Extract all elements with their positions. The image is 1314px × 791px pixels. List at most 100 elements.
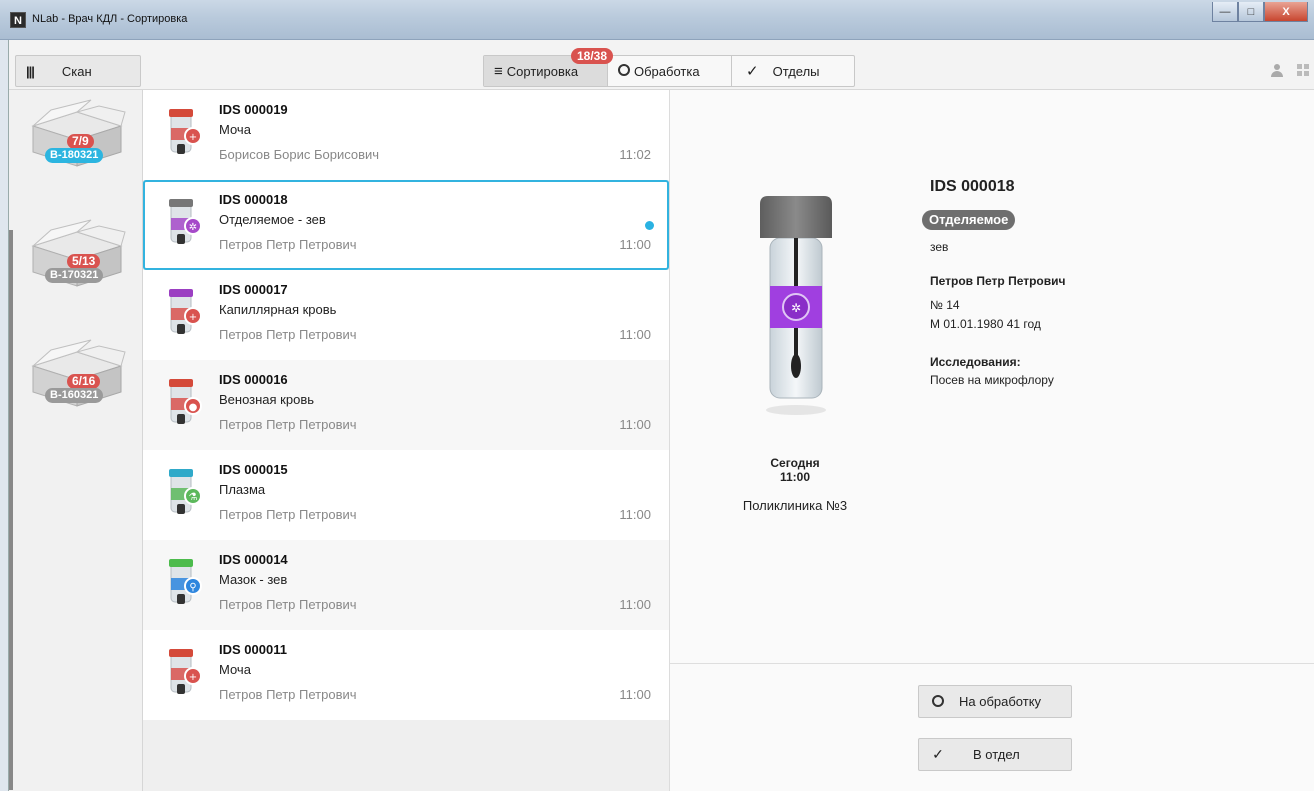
- sample-material: Моча: [219, 662, 251, 677]
- sample-detail-panel: ✲ Сегодня 11:00 Поликлиника №3 IDS 00001…: [669, 90, 1314, 791]
- sample-list-item[interactable]: ⚗ IDS 000015 Плазма Петров Петр Петрович 11:…: [143, 450, 669, 540]
- research-title: Исследования:: [930, 355, 1021, 369]
- sample-patient: Петров Петр Петрович: [219, 687, 357, 702]
- mode-tabs: ≡ Сортировка Обработка ✓ Отделы: [483, 55, 855, 87]
- sample-list-item[interactable]: + IDS 000011 Моча Петров Петр Петрович 11:00: [143, 630, 669, 720]
- window-title: NLab - Врач КДЛ - Сортировка: [32, 13, 188, 25]
- sample-material: Плазма: [219, 482, 266, 497]
- tab-departments-label: Отделы: [772, 63, 820, 79]
- sample-patient: Петров Петр Петрович: [219, 417, 357, 432]
- sample-patient: Петров Петр Петрович: [219, 507, 357, 522]
- sample-tube-icon: ⚗: [169, 469, 202, 514]
- menu-icon: ≡: [494, 62, 503, 80]
- close-button[interactable]: X: [1264, 2, 1308, 22]
- sample-tube-image: ✲: [760, 196, 832, 415]
- unread-dot: [645, 221, 654, 230]
- window-titlebar: N NLab - Врач КДЛ - Сортировка — □ X: [0, 0, 1314, 40]
- sample-id: IDS 000011: [219, 642, 287, 657]
- check-icon: ✓: [746, 63, 759, 80]
- box-code-badge: B-160321: [45, 388, 104, 403]
- patient-birth: М 01.01.1980 41 год: [930, 317, 1041, 331]
- material-subtype: зев: [930, 240, 949, 254]
- sample-material: Капиллярная кровь: [219, 302, 337, 317]
- svg-text:+: +: [189, 672, 197, 683]
- svg-text:✲: ✲: [189, 222, 197, 233]
- sample-patient: Петров Петр Петрович: [219, 327, 357, 342]
- sample-id: IDS 000019: [219, 102, 288, 117]
- sample-patient: Борисов Борис Борисович: [219, 147, 380, 162]
- sample-time: 11:00: [619, 237, 651, 252]
- sample-tube-icon: +: [169, 649, 202, 694]
- svg-text:+: +: [189, 312, 197, 323]
- sample-list-item[interactable]: + IDS 000019 Моча Борисов Борис Борисович 11…: [143, 90, 669, 180]
- toolbar: ||| Скан ≡ Сортировка Обработка ✓ Отделы…: [9, 40, 1314, 90]
- research-item: Посев на микрофлору: [930, 373, 1054, 387]
- check-icon: ✓: [932, 746, 944, 762]
- box-count-badge: 7/9: [67, 134, 94, 149]
- user-icon[interactable]: [1271, 64, 1283, 78]
- sample-id: IDS 000015: [219, 462, 288, 477]
- sample-id: IDS 000018: [219, 192, 288, 207]
- maximize-button[interactable]: □: [1238, 2, 1264, 22]
- sample-time: 11:02: [619, 147, 651, 162]
- tab-processing[interactable]: Обработка: [608, 56, 732, 86]
- sorting-count-badge: 18/38: [571, 48, 614, 64]
- sample-tube-icon: ⚲: [169, 559, 202, 604]
- clinic-name: Поликлиника №3: [742, 498, 848, 513]
- to-department-label: В отдел: [973, 747, 1020, 762]
- window-controls: — □ X: [1212, 2, 1308, 22]
- boxes-scrollbar[interactable]: [9, 230, 13, 790]
- tab-sorting-label: Сортировка: [506, 63, 579, 79]
- sample-box[interactable]: 6/16 B-160321: [27, 338, 127, 418]
- material-chip: Отделяемое: [922, 210, 1016, 230]
- to-processing-button[interactable]: На обработку: [918, 685, 1072, 718]
- box-count-badge: 6/16: [67, 374, 101, 389]
- scan-button[interactable]: ||| Скан: [15, 55, 141, 87]
- sample-material: Моча: [219, 122, 251, 137]
- collection-date: Сегодня 11:00: [730, 456, 860, 484]
- sample-tube-icon: +: [169, 289, 202, 334]
- sample-time: 11:00: [619, 327, 651, 342]
- sample-tube-icon: ●: [169, 379, 202, 424]
- patient-name: Петров Петр Петрович: [930, 274, 1066, 288]
- tab-processing-label: Обработка: [634, 63, 700, 79]
- sample-list-item[interactable]: ● IDS 000016 Венозная кровь Петров Петр Пет…: [143, 360, 669, 450]
- box-code-badge: B-170321: [45, 268, 104, 283]
- circle-icon: [923, 694, 953, 710]
- app-logo-icon: N: [10, 12, 26, 28]
- sample-list-item[interactable]: ⚲ IDS 000014 Мазок - зев Петров Петр Петров…: [143, 540, 669, 630]
- sample-material: Отделяемое - зев: [219, 212, 326, 227]
- sample-time: 11:00: [619, 417, 651, 432]
- sample-list-item[interactable]: ✲ IDS 000018 Отделяемое - зев Петров Петр П…: [143, 180, 669, 270]
- sample-list: + IDS 000019 Моча Борисов Борис Борисович 11…: [143, 90, 669, 791]
- sample-id: IDS 000017: [219, 282, 288, 297]
- sample-material: Мазок - зев: [219, 572, 288, 587]
- divider: [670, 663, 1314, 664]
- collection-day: Сегодня: [770, 456, 820, 470]
- box-code-badge: B-180321: [45, 148, 104, 163]
- to-department-button[interactable]: ✓ В отдел: [918, 738, 1072, 771]
- sample-tube-icon: +: [169, 109, 202, 154]
- scan-button-label: Скан: [61, 63, 92, 79]
- toolbar-right-icons: [1271, 64, 1309, 78]
- sample-id: IDS 000014: [219, 552, 288, 567]
- sample-box[interactable]: 7/9 B-180321: [27, 98, 127, 178]
- box-count-badge: 5/13: [67, 254, 101, 269]
- sample-time: 11:00: [619, 597, 651, 612]
- sample-box[interactable]: 5/13 B-170321: [27, 218, 127, 298]
- svg-text:✲: ✲: [791, 301, 801, 315]
- collection-time: 11:00: [779, 470, 811, 484]
- to-processing-label: На обработку: [959, 694, 1042, 709]
- circle-icon: [618, 63, 630, 80]
- tab-departments[interactable]: ✓ Отделы: [732, 56, 854, 86]
- sample-tube-icon: ✲: [169, 199, 202, 244]
- minimize-button[interactable]: —: [1212, 2, 1238, 22]
- svg-text:⚲: ⚲: [189, 582, 196, 593]
- grid-icon[interactable]: [1297, 64, 1309, 76]
- sample-material: Венозная кровь: [219, 392, 315, 407]
- svg-text:⚗: ⚗: [189, 492, 198, 503]
- sample-list-item[interactable]: + IDS 000017 Капиллярная кровь Петров Петр …: [143, 270, 669, 360]
- boxes-panel: 7/9 B-180321 5/13 B-170321 6/16 B-160321: [9, 90, 143, 791]
- sample-patient: Петров Петр Петрович: [219, 597, 357, 612]
- sample-time: 11:00: [619, 507, 651, 522]
